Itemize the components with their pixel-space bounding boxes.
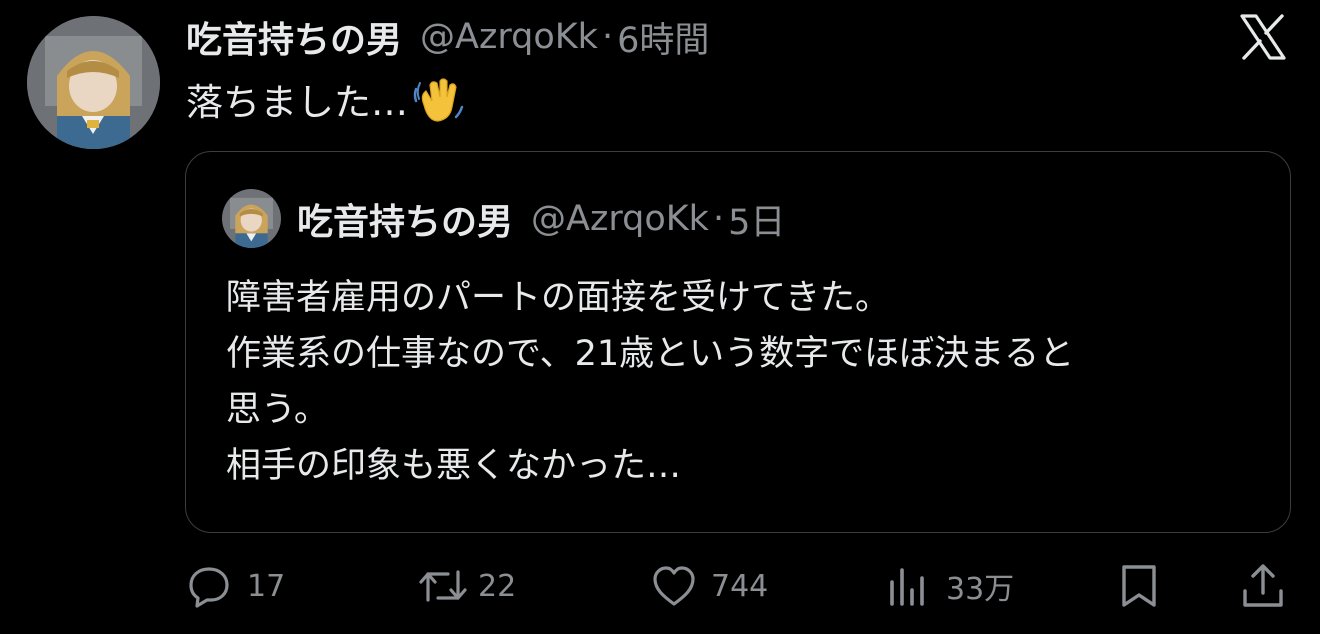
views-button[interactable]: 33万 (886, 558, 1014, 614)
quoted-tweet-card[interactable]: 吃音持ちの男 @AzrqoKk · 5日 障害者雇用のパートの面接を受けてきた。… (185, 151, 1291, 533)
bookmark-button[interactable] (1119, 558, 1159, 614)
reply-button[interactable]: 17 (187, 558, 285, 614)
author-display-name[interactable]: 吃音持ちの男 (186, 11, 402, 63)
reply-icon (189, 567, 229, 608)
repost-count: 22 (478, 568, 517, 604)
like-count: 744 (711, 568, 769, 604)
reply-count: 17 (247, 568, 286, 604)
share-button[interactable] (1241, 558, 1285, 614)
tweet-timestamp[interactable]: 6時間 (617, 12, 709, 63)
heart-icon (653, 566, 695, 606)
like-button[interactable]: 744 (651, 558, 768, 614)
author-avatar[interactable] (27, 16, 160, 149)
tweet-text-content: 落ちました… (186, 81, 408, 124)
tweet-header: 吃音持ちの男 @AzrqoKk · 6時間 (186, 12, 709, 62)
quoted-tweet-header: 吃音持ちの男 @AzrqoKk · 5日 (297, 194, 785, 244)
repost-icon (419, 570, 467, 602)
share-icon (1243, 564, 1283, 607)
avatar-image (27, 16, 160, 149)
quoted-text-line: 作業系の仕事なので、21歳という数字でほぼ決まると (226, 334, 1075, 374)
quoted-text-line: 障害者雇用のパートの面接を受けてきた。 (226, 278, 890, 318)
views-chart-icon (890, 568, 924, 606)
x-logo-icon (1238, 12, 1288, 62)
quoted-tweet-timestamp: 5日 (728, 202, 786, 243)
quoted-text-line: 相手の印象も悪くなかった… (226, 446, 682, 486)
quoted-tweet-text: 障害者雇用のパートの面接を受けてきた。 作業系の仕事なので、21歳という数字でほ… (226, 270, 1270, 494)
quoted-author-avatar (222, 189, 281, 248)
tweet-text: 落ちました… (186, 70, 466, 128)
views-count: 33万 (946, 572, 1015, 607)
author-handle[interactable]: @AzrqoKk (420, 17, 598, 57)
quoted-text-line: 思う。 (226, 390, 329, 430)
separator-dot: · (601, 17, 614, 57)
repost-button[interactable]: 22 (418, 558, 516, 614)
quoted-author-handle: @AzrqoKk (531, 199, 709, 239)
bookmark-icon (1122, 565, 1156, 607)
waving-hand-icon (410, 71, 466, 127)
quoted-separator-dot: · (712, 199, 725, 239)
tweet-action-bar: 17 22 744 33万 (185, 558, 1291, 614)
quoted-author-display-name: 吃音持ちの男 (297, 202, 514, 243)
